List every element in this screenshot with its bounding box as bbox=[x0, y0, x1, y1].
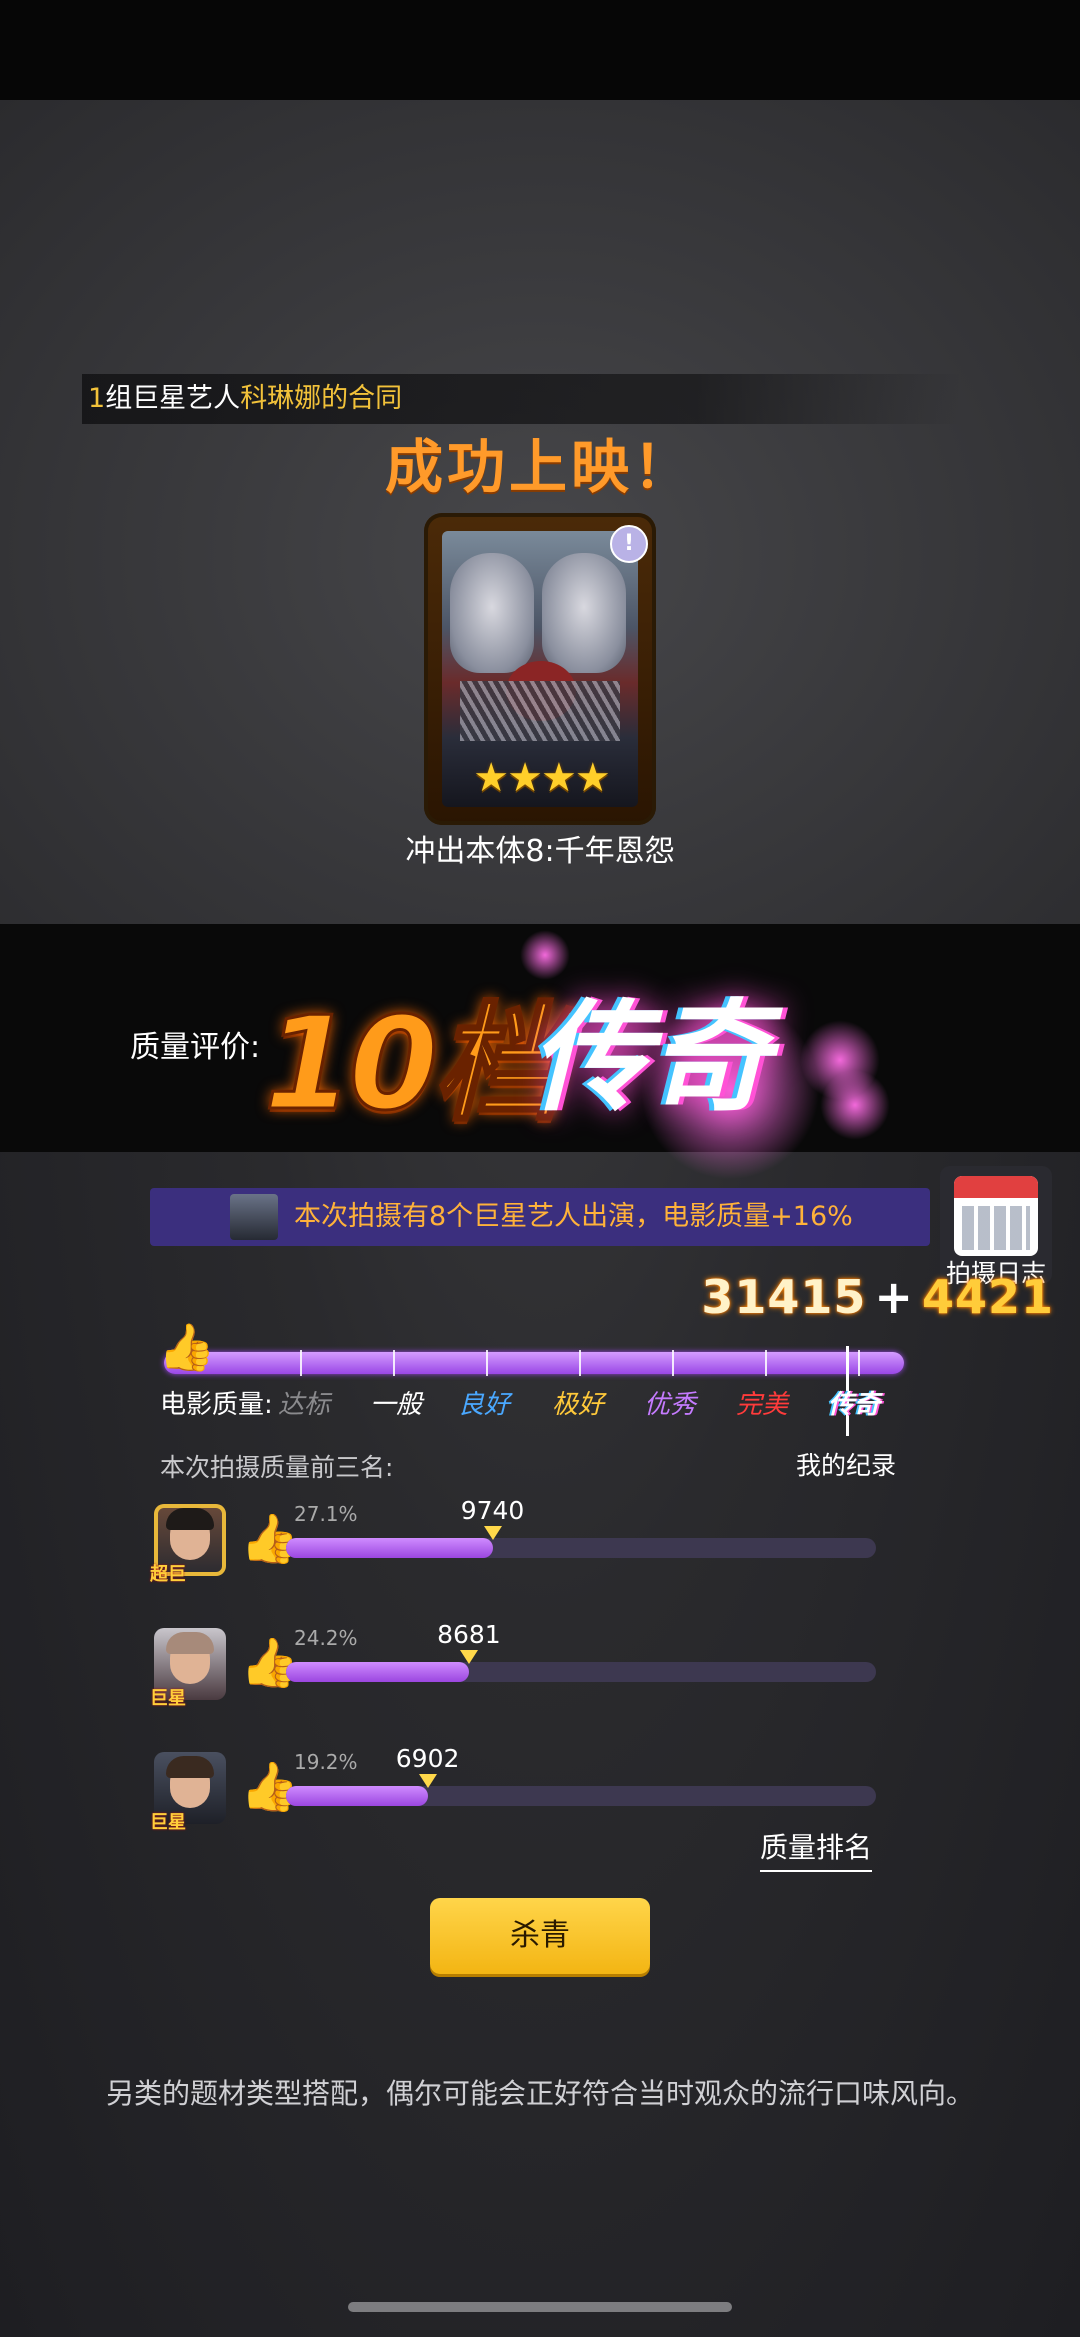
contribution-fill bbox=[286, 1662, 469, 1682]
star-bonus-banner: 本次拍摄有8个巨星艺人出演，电影质量+16% bbox=[150, 1188, 930, 1246]
grade-tick bbox=[486, 1350, 488, 1376]
thumbs-up-icon: 👍 bbox=[158, 1320, 216, 1374]
grade-excellent: 优秀 bbox=[644, 1390, 697, 1420]
top3-label: 本次拍摄质量前三名: bbox=[160, 1453, 394, 1482]
movie-poster[interactable]: ! ★★★★ bbox=[424, 513, 656, 825]
contract-count: 1 bbox=[88, 383, 106, 414]
release-title: 成功上映！ bbox=[384, 433, 695, 501]
rating-grade: 传奇 bbox=[530, 989, 770, 1128]
wrap-button[interactable]: 杀青 bbox=[430, 1898, 650, 1974]
bonus-text: 本次拍摄有8个巨星艺人出演，电影质量+16% bbox=[294, 1201, 853, 1232]
grade-average: 一般 bbox=[370, 1390, 423, 1420]
quality-score: 31415 +4421 bbox=[701, 1270, 1054, 1324]
value-marker-icon bbox=[418, 1774, 437, 1788]
contribution-bar: 9740 bbox=[286, 1496, 876, 1558]
value-marker-icon bbox=[483, 1526, 502, 1540]
rank-row-2[interactable]: 巨星 👍 24.2% 8681 bbox=[150, 1620, 876, 1709]
grade-great: 极好 bbox=[552, 1390, 605, 1420]
spotlight-icon bbox=[230, 1194, 278, 1240]
grade-tick bbox=[672, 1350, 674, 1376]
tip-text: 另类的题材类型搭配，偶尔可能会正好符合当时观众的流行口味风向。 bbox=[105, 2077, 974, 2110]
movie-name: 冲出本体8:千年恩怨 bbox=[405, 834, 675, 869]
star-tier-badge: 巨星 bbox=[150, 1812, 186, 1833]
contribution-bar: 8681 bbox=[286, 1620, 876, 1682]
contribution-percent: 24.2% bbox=[294, 1626, 358, 1650]
poster-character-right bbox=[542, 553, 626, 673]
star-rating: ★★★★ bbox=[473, 755, 610, 801]
grade-tick bbox=[765, 1350, 767, 1376]
rank-row-3[interactable]: 巨星 👍 19.2% 6902 bbox=[150, 1744, 876, 1833]
quality-progress-bar bbox=[164, 1352, 904, 1374]
poster-character-left bbox=[450, 553, 534, 673]
contribution-fill bbox=[286, 1538, 493, 1558]
contract-text: 组巨星艺人 bbox=[105, 383, 241, 414]
contribution-fill bbox=[286, 1786, 428, 1806]
top-bar bbox=[0, 0, 1080, 100]
contribution-value: 9740 bbox=[460, 1496, 525, 1525]
grade-pass: 达标 bbox=[278, 1390, 331, 1420]
contract-banner: 1组巨星艺人科琳娜的合同 bbox=[82, 374, 962, 424]
grade-tick bbox=[579, 1350, 581, 1376]
grade-tick bbox=[393, 1350, 395, 1376]
grade-perfect: 完美 bbox=[736, 1390, 789, 1420]
grade-tick bbox=[858, 1350, 860, 1376]
score-bonus: 4421 bbox=[921, 1270, 1054, 1324]
contribution-value: 6902 bbox=[395, 1744, 460, 1773]
calendar-icon bbox=[954, 1176, 1038, 1256]
contribution-percent: 19.2% bbox=[294, 1750, 358, 1774]
poster-roof bbox=[460, 681, 620, 741]
glow-effect bbox=[820, 1070, 890, 1140]
contribution-percent: 27.1% bbox=[294, 1502, 358, 1526]
home-indicator[interactable] bbox=[348, 2302, 732, 2312]
star-tier-badge: 巨星 bbox=[150, 1688, 186, 1709]
score-base: 31415 bbox=[701, 1270, 867, 1324]
alert-icon[interactable]: ! bbox=[610, 525, 648, 563]
contribution-bar: 6902 bbox=[286, 1744, 876, 1806]
contract-name: 科琳娜的合同 bbox=[240, 383, 403, 414]
grade-legend: 传奇 bbox=[828, 1390, 881, 1420]
quality-label: 电影质量: bbox=[160, 1390, 273, 1420]
score-plus: + bbox=[874, 1270, 914, 1324]
grade-tick bbox=[300, 1350, 302, 1376]
star-tier-badge: 超巨 bbox=[150, 1564, 186, 1585]
contribution-value: 8681 bbox=[437, 1620, 501, 1649]
rating-label: 质量评价: bbox=[130, 1030, 261, 1065]
value-marker-icon bbox=[459, 1650, 478, 1664]
quality-ranking-link[interactable]: 质量排名 bbox=[760, 1826, 873, 1872]
my-record-label: 我的纪录 bbox=[796, 1451, 897, 1480]
grade-good: 良好 bbox=[458, 1390, 511, 1420]
rank-row-1[interactable]: 超巨 👍 27.1% 9740 bbox=[150, 1496, 876, 1585]
rating-level: 10档 bbox=[262, 989, 563, 1141]
